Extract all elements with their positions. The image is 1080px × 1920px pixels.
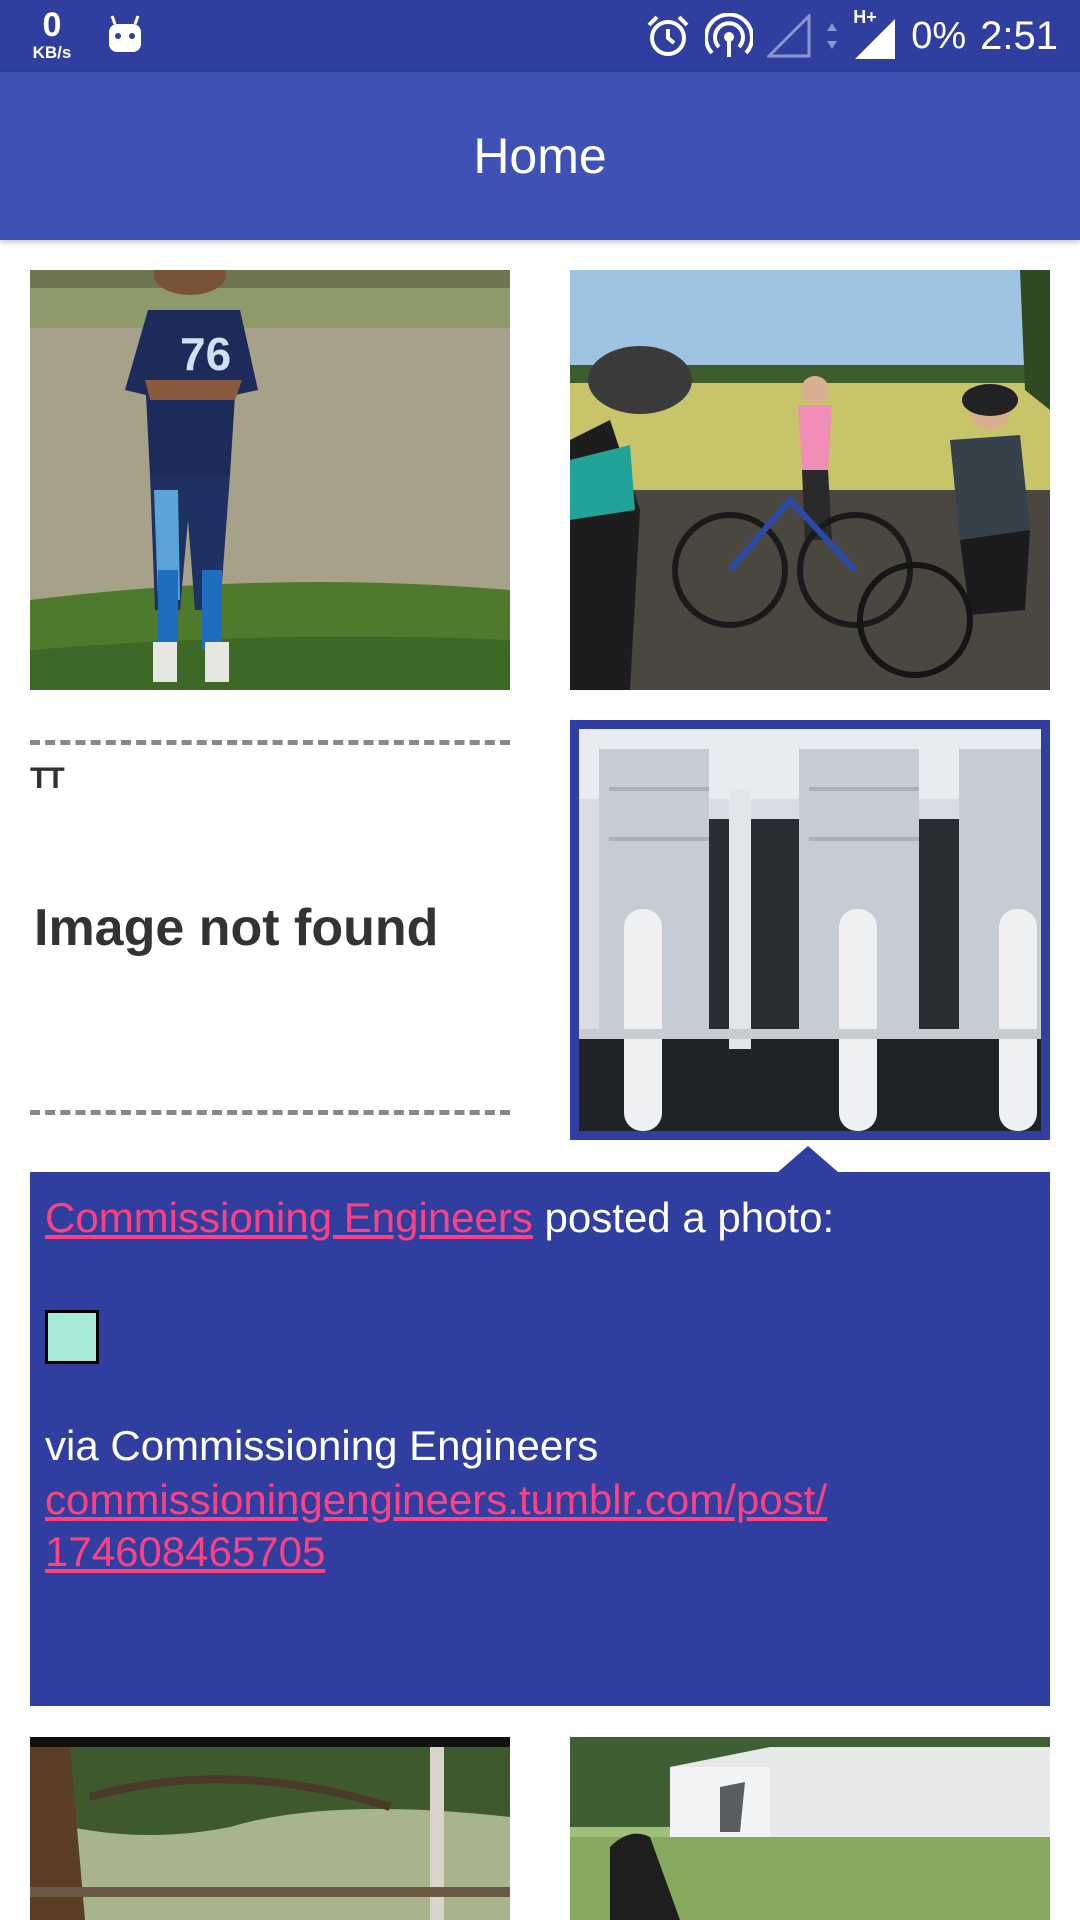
trees-photo <box>30 1737 510 1920</box>
cyclists-photo <box>570 270 1050 690</box>
android-notification-icon <box>106 14 144 59</box>
hangar-photo <box>570 1737 1050 1920</box>
hotspot-icon <box>705 13 754 57</box>
placeholder-divider <box>30 1110 510 1115</box>
posted-text: posted a photo: <box>532 1194 835 1241</box>
signal-empty-icon <box>767 14 811 58</box>
photo-tile-industrial-ducts-selected[interactable] <box>570 720 1050 1140</box>
photo-thumbnail[interactable] <box>45 1310 99 1364</box>
post-url-line2[interactable]: 174608465705 <box>45 1528 325 1575</box>
page-title: Home <box>473 128 607 184</box>
selection-pointer <box>778 1146 838 1172</box>
image-not-found-placeholder[interactable]: TT Image not found <box>30 720 510 1140</box>
network-type-label: H+ <box>853 7 877 27</box>
football-player-photo: 76 <box>30 270 510 690</box>
post-url-line1[interactable]: commissioningengineers.tumblr.com/post/ <box>45 1476 827 1523</box>
clock: 2:51 <box>980 13 1058 58</box>
battery-level: 0% <box>911 14 967 57</box>
network-speed-unit: KB/s <box>32 43 72 62</box>
author-link[interactable]: Commissioning Engineers <box>45 1194 533 1241</box>
signal-hplus-icon: H+ <box>853 7 897 61</box>
post-header: Commissioning Engineers posted a photo: <box>45 1194 834 1242</box>
data-arrows-icon <box>827 23 838 49</box>
svg-text:76: 76 <box>180 328 231 380</box>
network-speed-value: 0 <box>42 6 62 44</box>
industrial-ducts-photo <box>579 729 1041 1131</box>
placeholder-tt-text: TT <box>30 762 65 795</box>
alarm-icon <box>647 15 689 56</box>
photo-tile-cyclists[interactable] <box>570 270 1050 690</box>
placeholder-divider <box>30 740 510 745</box>
app-bar: Home <box>0 72 1080 240</box>
photo-tile-football-player[interactable]: 76 <box>30 270 510 690</box>
network-speed-indicator: 0 KB/s <box>26 8 78 61</box>
photo-detail-panel: Commissioning Engineers posted a photo: … <box>30 1172 1050 1706</box>
status-bar: 0 KB/s H+ 0% 2:51 <box>0 0 1080 72</box>
placeholder-message: Image not found <box>34 899 439 957</box>
photo-tile-hangar[interactable] <box>570 1737 1050 1920</box>
photo-tile-trees[interactable] <box>30 1737 510 1920</box>
post-url-link[interactable]: commissioningengineers.tumblr.com/post/ … <box>45 1474 827 1578</box>
via-text: via Commissioning Engineers <box>45 1422 599 1469</box>
